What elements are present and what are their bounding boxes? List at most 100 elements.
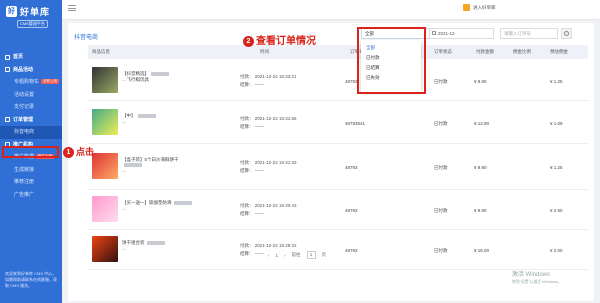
col-commission: 预估佣金 (550, 49, 568, 54)
col-time: 时间 (260, 49, 269, 54)
pay-amount: ¥ 9.90 (474, 208, 487, 213)
annotation-text: 查看订单情况 (256, 36, 316, 47)
product-image[interactable] (92, 236, 118, 262)
nav-orders-label: 订单管理 (13, 116, 34, 123)
avatar (463, 4, 470, 11)
nav-douyin-orders[interactable]: 抖音电商 (0, 126, 62, 139)
product-title: 【盒子装】5个白沙海鲜饼干 (122, 157, 179, 162)
product-image[interactable] (92, 67, 118, 93)
product-name[interactable]: 【盒子装】5个白沙海鲜饼干 … (122, 157, 192, 174)
product-name[interactable]: 【中】… (122, 113, 192, 124)
product-subtitle: … (122, 168, 127, 173)
product-name[interactable]: 【抖音精选】 …飞行棋玩具 (122, 71, 192, 82)
paid-time: 付款： 2021-12-22 15:33:21 (240, 74, 297, 80)
paid-label: 付款： (240, 203, 254, 208)
watermark-line1: 激活 Windows (512, 272, 551, 278)
product-subtitle: … (122, 245, 127, 251)
order-number: 48793 (345, 165, 358, 170)
brand-title: 好单库 (20, 7, 51, 17)
nav-home[interactable]: 首页 (0, 51, 62, 64)
order-icon (5, 117, 10, 123)
product-image[interactable] (92, 153, 118, 179)
order-number: 48793 (345, 79, 358, 84)
user-menu[interactable]: 进入好单库 (463, 4, 496, 11)
product-name[interactable]: 【买一送一】瑜伽垫防滑… (122, 200, 192, 211)
paid-time-value: 2021-12-22 15:30:43 (254, 203, 297, 208)
annotation-text: 点击 (76, 147, 95, 157)
settle-label: 结算： (240, 124, 254, 129)
table-row: 【盒子装】5个白沙海鲜饼干… 付款： 2021-12-22 15:31:33 结算：… (88, 144, 588, 190)
month-value: 2021-12 (438, 31, 455, 36)
brand: 好 好单库 (0, 0, 62, 18)
search-icon[interactable] (561, 28, 572, 39)
windows-watermark: 激活 Windows 转到“设置”以激活 Windows。 (512, 272, 561, 286)
table-row: 【中】… 付款： 2021-12-22 15:31:56 结算： —— 4879354… (88, 101, 588, 144)
nav-generate-link[interactable]: 生成链接 (0, 164, 62, 177)
sidebar-footer-note: 欢迎来到好单库 CMS 中心，如需帮助请联系在线客服，获取 CMS 服务。 (5, 271, 57, 288)
settle-time: 结算： —— (240, 251, 264, 257)
product-image[interactable] (92, 109, 118, 135)
settle-time-value: —— (254, 251, 264, 256)
order-status: 已付款 (434, 165, 448, 170)
nav-activity-group[interactable]: 商品活动 (0, 64, 62, 77)
pay-amount: ¥ 12.90 (474, 121, 490, 126)
paid-label: 付款： (240, 74, 254, 79)
pay-amount: ¥ 15.00 (474, 248, 490, 253)
estimated-commission: ¥ 1.25 (550, 165, 563, 170)
nav-partner-register[interactable]: 推荐注册 (0, 176, 62, 189)
nav-activity-label: 商品活动 (13, 66, 34, 73)
annotation-number: 2 (243, 35, 254, 47)
nav-ad-push[interactable]: 广告推广 (0, 189, 62, 202)
paid-time: 付款： 2021-12-22 15:31:56 (240, 116, 297, 122)
highlight-box-filter (357, 27, 426, 94)
gift-icon (5, 67, 10, 73)
menu-icon[interactable] (68, 5, 76, 11)
settle-label: 结算： (240, 251, 254, 256)
nav-home-label: 首页 (13, 54, 24, 60)
table-row: 【抖音精选】 …飞行棋玩具 付款： 2021-12-22 15:33:21 结算： —… (88, 60, 588, 101)
nav-special-cart[interactable]: 专题购物车 全新上线 (0, 76, 62, 89)
col-amount: 付款金额 (476, 49, 494, 54)
paid-time-value: 2021-12-22 15:33:21 (254, 74, 297, 79)
estimated-commission: ¥ 2.00 (550, 248, 563, 253)
page-unit: 页 (321, 252, 327, 257)
paid-label: 付款： (240, 116, 254, 121)
nav-orders-group[interactable]: 订单管理 (0, 114, 62, 127)
order-number: 48793 (345, 248, 358, 253)
table-row: 饼干组合装… 付款： 2021-12-22 15:29:22 结算： —— 48793… (88, 230, 588, 270)
settle-time-value: —— (254, 124, 264, 129)
product-image[interactable] (92, 196, 118, 222)
pay-amount: ¥ 9.90 (474, 79, 487, 84)
annotation-click: 1 点击 (63, 145, 95, 159)
order-status: 已付款 (434, 248, 448, 253)
order-status: 已付款 (434, 208, 448, 213)
col-status: 订单状态 (434, 49, 452, 54)
page-input[interactable]: 1 (306, 251, 316, 259)
settle-time: 结算： —— (240, 124, 264, 130)
prev-page-button[interactable]: ‹ (268, 253, 270, 258)
product-name[interactable]: 饼干组合装… (122, 240, 192, 251)
settle-time: 结算： —— (240, 211, 264, 217)
table-row: 【买一送一】瑜伽垫防滑… 付款： 2021-12-22 15:30:43 结算： —… (88, 190, 588, 230)
home-icon (5, 54, 10, 60)
next-page-button[interactable]: › (284, 253, 286, 258)
order-status: 已付款 (434, 121, 448, 126)
product-title: 【抖音精选】 (122, 71, 149, 76)
nav-activity-manage[interactable]: 活动设置 (0, 89, 62, 102)
goto-label: 前往 (291, 252, 301, 257)
topbar: 进入好单库 (62, 0, 600, 20)
nav-payment-record[interactable]: 支付记录 (0, 101, 62, 114)
month-picker[interactable]: 2021-12 (429, 28, 494, 39)
redacted-text (151, 71, 169, 76)
col-product: 商品信息 (92, 49, 110, 54)
current-page[interactable]: 1 (276, 253, 279, 258)
product-subtitle: … (122, 205, 127, 211)
annotation-view: 2 查看订单情况 (243, 32, 316, 47)
search-input[interactable]: 请输入订单号 (500, 28, 558, 39)
pagination: ‹ 1 › 前往 1 页 (268, 251, 326, 259)
product-title: 【买一送一】瑜伽垫防滑 (122, 200, 172, 205)
redacted-text (124, 163, 142, 168)
paid-time-value: 2021-12-22 15:31:56 (254, 116, 297, 121)
table-header: 商品信息 时间 订单号 订单状态 付款金额 佣金比例 预估佣金 (88, 45, 588, 59)
highlight-box-nav (2, 146, 59, 158)
